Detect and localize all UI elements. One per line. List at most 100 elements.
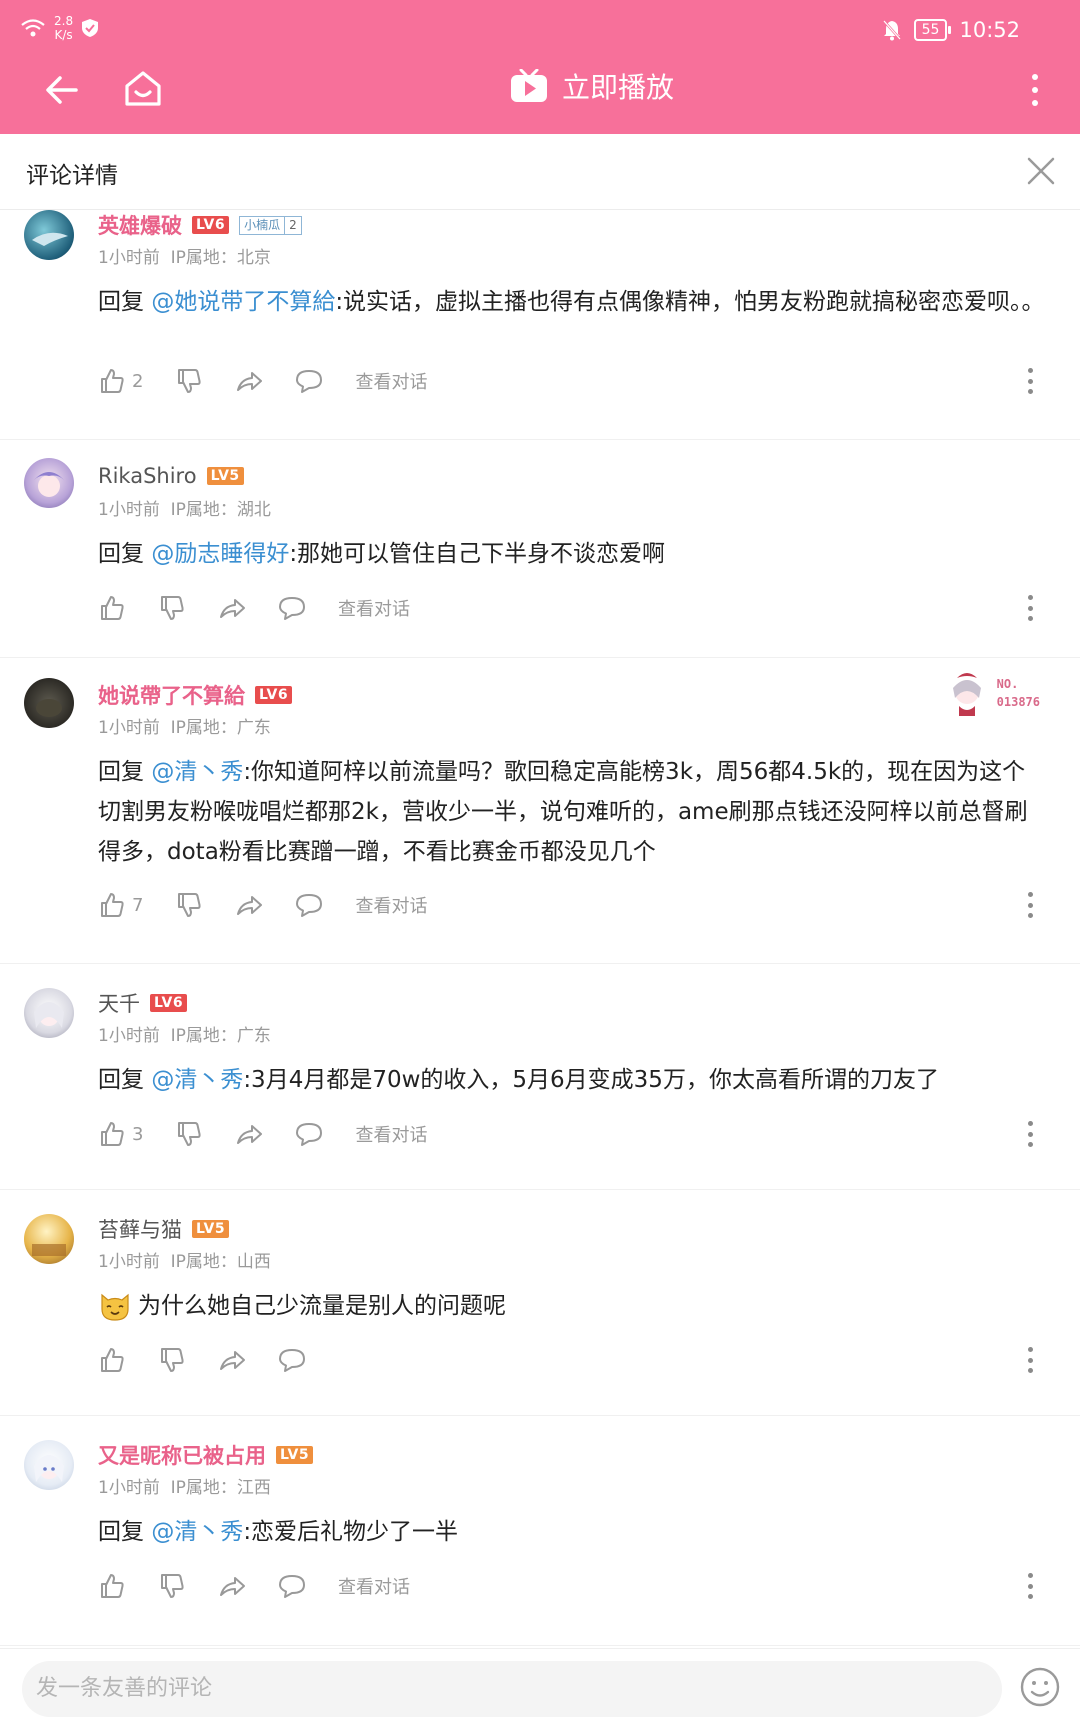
reply-prefix: 回复 — [98, 759, 152, 785]
dislike-button[interactable] — [175, 891, 203, 919]
username-row: 又是昵称已被占用 LV5 — [98, 1440, 314, 1470]
comment-meta: 1小时前 IP属地：北京 — [98, 243, 271, 268]
view-dialog-link[interactable]: 查看对话 — [338, 1573, 410, 1599]
like-button[interactable]: 7 — [98, 891, 143, 919]
comment-time: 1小时前 — [98, 500, 160, 520]
comment-more-icon[interactable] — [1028, 1347, 1034, 1373]
comment-meta: 1小时前 IP属地：湖北 — [98, 495, 271, 520]
comment-time: 1小时前 — [98, 1252, 160, 1272]
dislike-button[interactable] — [158, 1346, 186, 1374]
comment-item: 她说帶了不算給 LV6 NO. 013876 1小时前 IP属地：广东 回复 @… — [0, 658, 1080, 964]
view-dialog-link[interactable]: 查看对话 — [355, 368, 427, 394]
chat-bubble-icon — [279, 597, 305, 620]
thumbs-up-icon — [101, 369, 124, 393]
decoration-no-label: NO. — [996, 677, 1019, 691]
comment-item: 英雄爆破 LV6 小楠瓜 2 1小时前 IP属地：北京 回复 @她说带了不算給:说… — [0, 210, 1080, 440]
like-button[interactable] — [98, 1346, 126, 1374]
thumbs-down-icon — [161, 1348, 184, 1372]
reply-prefix: 回复 — [98, 1519, 152, 1545]
chat-bubble-icon — [296, 894, 323, 917]
share-button[interactable] — [218, 1572, 246, 1600]
app-bar: 2.8 K/s 55 10:52 立即播放 — [0, 0, 1080, 134]
avatar[interactable] — [24, 1214, 74, 1264]
like-button[interactable] — [98, 594, 126, 622]
comment-actions: 3 查看对话 — [98, 1119, 459, 1149]
level-badge: LV5 — [192, 1220, 230, 1238]
clock: 10:52 — [959, 18, 1020, 42]
dislike-button[interactable] — [175, 367, 203, 395]
level-badge: LV5 — [206, 467, 244, 485]
reply-button[interactable] — [295, 367, 323, 395]
comment-meta: 1小时前 IP属地：山西 — [98, 1247, 271, 1272]
username-row: 天千 LV6 — [98, 988, 188, 1018]
like-button[interactable]: 2 — [98, 367, 143, 395]
reply-button[interactable] — [278, 1572, 306, 1600]
fan-medal-level: 2 — [284, 216, 301, 234]
mention-link[interactable]: @清丶秀 — [151, 1519, 243, 1545]
reply-button[interactable] — [295, 891, 323, 919]
decoration-number: NO. 013876 — [997, 675, 1040, 711]
share-button[interactable] — [235, 891, 263, 919]
username-row: 英雄爆破 LV6 小楠瓜 2 — [98, 210, 302, 240]
comment-list[interactable]: 英雄爆破 LV6 小楠瓜 2 1小时前 IP属地：北京 回复 @她说带了不算給:说… — [0, 210, 1080, 1648]
mention-link[interactable]: @清丶秀 — [151, 759, 243, 785]
avatar[interactable] — [24, 458, 74, 508]
reply-button[interactable] — [278, 594, 306, 622]
home-icon[interactable] — [120, 66, 166, 112]
username-row: 苔藓与猫 LV5 — [98, 1214, 230, 1244]
comment-body: :说实话，虚拟主播也得有点偶像精神，怕男友粉跑就搞秘密恋爱呗。。 — [335, 289, 1045, 315]
dislike-button[interactable] — [175, 1120, 203, 1148]
dislike-button[interactable] — [158, 1572, 186, 1600]
comment-input[interactable]: 发一条友善的评论 — [22, 1661, 1002, 1717]
comment-more-icon[interactable] — [1028, 368, 1034, 394]
view-dialog-link[interactable]: 查看对话 — [355, 1121, 427, 1147]
fan-medal[interactable]: 小楠瓜 2 — [239, 215, 302, 235]
avatar[interactable] — [24, 988, 74, 1038]
username[interactable]: 苔藓与猫 — [98, 1214, 182, 1244]
play-now-button[interactable]: 立即播放 — [510, 66, 674, 106]
ip-location: IP属地：江西 — [170, 1478, 271, 1498]
like-button[interactable]: 3 — [98, 1120, 143, 1148]
like-button[interactable] — [98, 1572, 126, 1600]
more-menu-icon[interactable] — [1020, 68, 1050, 112]
thumbs-up-icon — [101, 596, 124, 620]
username[interactable]: 又是昵称已被占用 — [98, 1440, 266, 1470]
avatar[interactable] — [24, 1440, 74, 1490]
reply-button[interactable] — [278, 1346, 306, 1374]
chat-bubble-icon — [296, 370, 323, 393]
username[interactable]: 英雄爆破 — [98, 210, 182, 240]
like-count: 2 — [132, 370, 144, 392]
back-arrow-icon[interactable] — [40, 68, 84, 112]
mention-link[interactable]: @清丶秀 — [151, 1067, 243, 1093]
username[interactable]: 天千 — [98, 988, 140, 1018]
comment-time: 1小时前 — [98, 718, 160, 738]
close-icon[interactable] — [1024, 154, 1058, 188]
view-dialog-link[interactable]: 查看对话 — [338, 595, 410, 621]
reply-button[interactable] — [295, 1120, 323, 1148]
chat-bubble-icon — [279, 1349, 305, 1372]
username[interactable]: 她说帶了不算給 — [98, 680, 245, 710]
comment-more-icon[interactable] — [1028, 892, 1034, 918]
comment-time: 1小时前 — [98, 248, 160, 268]
share-button[interactable] — [235, 1120, 263, 1148]
comment-more-icon[interactable] — [1028, 1121, 1034, 1147]
share-button[interactable] — [218, 1346, 246, 1374]
share-button[interactable] — [235, 367, 263, 395]
emoji-icon[interactable] — [1018, 1665, 1062, 1709]
net-speed-unit: K/s — [54, 28, 73, 42]
mention-link[interactable]: @她说带了不算給 — [151, 289, 335, 315]
dislike-button[interactable] — [158, 594, 186, 622]
ip-location: IP属地：北京 — [170, 248, 271, 268]
view-dialog-link[interactable]: 查看对话 — [355, 892, 427, 918]
mention-link[interactable]: @励志睡得好 — [151, 541, 289, 567]
comment-actions: 7 查看对话 — [98, 890, 459, 920]
avatar[interactable] — [24, 678, 74, 728]
share-button[interactable] — [218, 594, 246, 622]
decoration-card[interactable]: NO. 013876 — [941, 670, 1040, 716]
avatar[interactable] — [24, 210, 74, 260]
comment-more-icon[interactable] — [1028, 595, 1034, 621]
comment-more-icon[interactable] — [1028, 1573, 1034, 1599]
like-count: 3 — [132, 1123, 144, 1145]
username[interactable]: RikaShiro — [98, 464, 197, 488]
comment-body: :恋爱后礼物少了一半 — [243, 1519, 459, 1545]
